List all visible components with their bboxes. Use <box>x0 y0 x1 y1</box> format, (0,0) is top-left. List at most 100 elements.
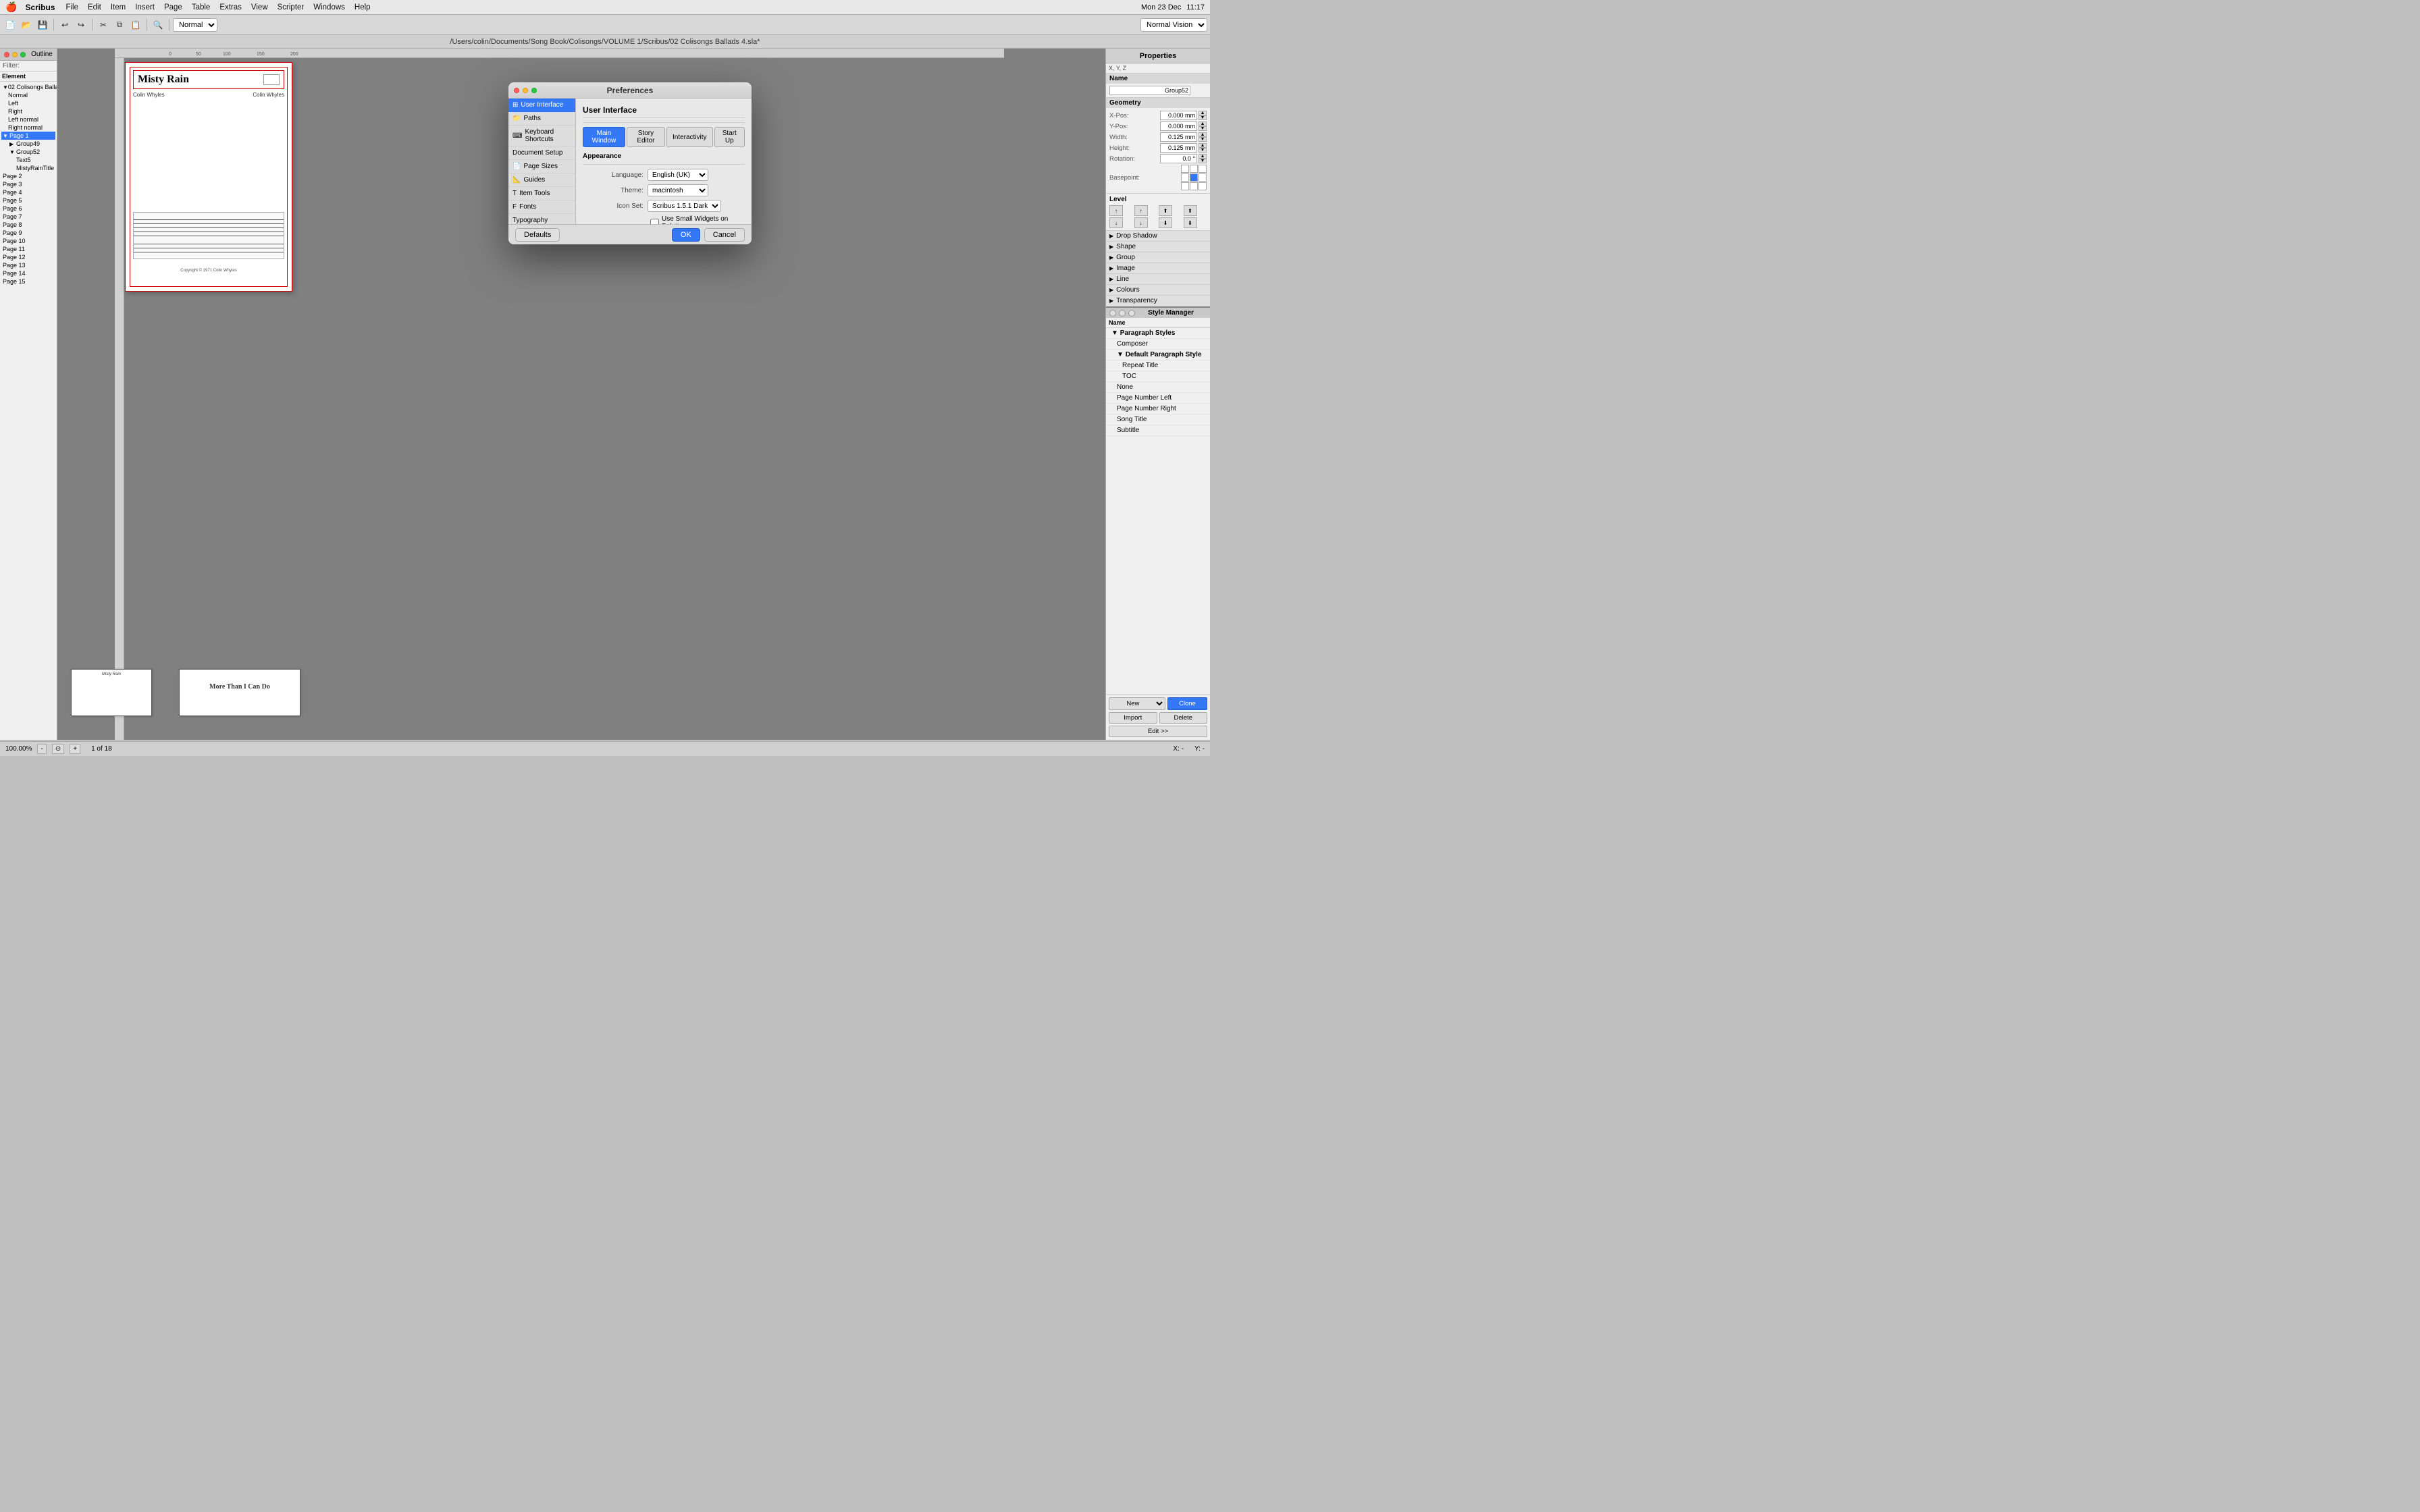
tree-item-text5[interactable]: Text5 <box>1 156 55 164</box>
tree-item-0[interactable]: ▼ 02 Colisongs Ballads 4.sla <box>1 83 55 91</box>
name-input[interactable] <box>1109 86 1190 95</box>
pref-item-item-tools[interactable]: T Item Tools <box>508 187 575 200</box>
pref-item-fonts[interactable]: F Fonts <box>508 200 575 214</box>
tree-item-page11[interactable]: Page 11 <box>1 245 55 253</box>
tree-item-page12[interactable]: Page 12 <box>1 253 55 261</box>
x-pos-down[interactable]: ▼ <box>1199 115 1207 120</box>
tree-item-page9[interactable]: Page 9 <box>1 229 55 237</box>
ok-button[interactable]: OK <box>672 228 700 242</box>
tab-interactivity[interactable]: Interactivity <box>666 127 713 147</box>
basepoint-bl[interactable] <box>1181 182 1189 190</box>
cancel-button[interactable]: Cancel <box>704 228 745 242</box>
basepoint-mc[interactable] <box>1190 173 1198 182</box>
tree-item-normal[interactable]: Normal <box>1 91 55 99</box>
menu-windows[interactable]: Windows <box>313 3 345 11</box>
style-item-none[interactable]: None <box>1106 382 1210 393</box>
small-widgets-checkbox[interactable] <box>650 219 659 225</box>
tree-item-page2[interactable]: Page 2 <box>1 172 55 180</box>
level-top-right[interactable]: ↑ <box>1134 205 1148 216</box>
pref-item-paths[interactable]: 📁 Paths <box>508 112 575 126</box>
colours-row[interactable]: ▶ Colours <box>1106 285 1210 296</box>
menu-scripter[interactable]: Scripter <box>278 3 305 11</box>
page-3-preview[interactable]: More Than I Can Do <box>179 669 300 716</box>
tree-item-page8[interactable]: Page 8 <box>1 221 55 229</box>
apple-icon[interactable]: 🍎 <box>5 1 17 13</box>
mode-dropdown[interactable]: Normal <box>173 18 217 32</box>
menu-help[interactable]: Help <box>354 3 371 11</box>
tab-story-editor[interactable]: Story Editor <box>627 127 665 147</box>
canvas-area[interactable]: 0 50 100 150 200 Misty Rain Colin Whyles… <box>57 49 1105 740</box>
redo-button[interactable]: ↪ <box>74 18 88 32</box>
tree-item-group52[interactable]: ▼ Group52 <box>1 148 55 156</box>
style-mgr-btn3[interactable] <box>1128 310 1135 317</box>
menu-view[interactable]: View <box>251 3 268 11</box>
rotation-down[interactable]: ▼ <box>1199 159 1207 163</box>
theme-select[interactable]: macintosh <box>648 184 708 196</box>
basepoint-tl[interactable] <box>1181 165 1189 173</box>
pref-item-document-setup[interactable]: Document Setup <box>508 146 575 160</box>
copy-button[interactable]: ⧉ <box>112 18 127 32</box>
menu-edit[interactable]: Edit <box>88 3 101 11</box>
x-pos-input[interactable] <box>1160 111 1197 120</box>
basepoint-bc[interactable] <box>1190 182 1198 190</box>
undo-button[interactable]: ↩ <box>57 18 72 32</box>
language-select[interactable]: English (UK) <box>648 169 708 181</box>
zoom-button[interactable]: 🔍 <box>151 18 165 32</box>
tree-item-left[interactable]: Left <box>1 99 55 107</box>
tree-item-left-normal[interactable]: Left normal <box>1 115 55 124</box>
tree-item-page13[interactable]: Page 13 <box>1 261 55 269</box>
pref-item-page-sizes[interactable]: 📄 Page Sizes <box>508 160 575 173</box>
page-1-preview[interactable]: Misty Rain Colin Whyles Colin Whyles <box>125 62 292 292</box>
style-new-dropdown[interactable]: New <box>1109 697 1165 710</box>
basepoint-mr[interactable] <box>1199 173 1207 182</box>
tree-item-page15[interactable]: Page 15 <box>1 277 55 286</box>
style-mgr-btn2[interactable] <box>1119 310 1126 317</box>
menu-extras[interactable]: Extras <box>219 3 242 11</box>
basepoint-br[interactable] <box>1199 182 1207 190</box>
rotation-up[interactable]: ▲ <box>1199 154 1207 159</box>
width-input[interactable] <box>1160 132 1197 142</box>
dialog-minimize-btn[interactable] <box>523 88 528 93</box>
icon-set-select[interactable]: Scribus 1.5.1 Dark <box>648 200 721 212</box>
style-item-page-num-left[interactable]: Page Number Left <box>1106 393 1210 404</box>
tree-item-right-normal[interactable]: Right normal <box>1 124 55 132</box>
pref-item-typography[interactable]: Typography <box>508 214 575 224</box>
menu-table[interactable]: Table <box>192 3 211 11</box>
y-pos-up[interactable]: ▲ <box>1199 122 1207 126</box>
paste-button[interactable]: 📋 <box>128 18 143 32</box>
zoom-in-btn[interactable]: + <box>70 744 80 754</box>
menu-file[interactable]: File <box>65 3 78 11</box>
open-button[interactable]: 📂 <box>19 18 34 32</box>
tree-item-page7[interactable]: Page 7 <box>1 213 55 221</box>
defaults-button[interactable]: Defaults <box>515 228 560 242</box>
basepoint-ml[interactable] <box>1181 173 1189 182</box>
tree-item-page5[interactable]: Page 5 <box>1 196 55 205</box>
level-top-left[interactable]: ↑ <box>1109 205 1123 216</box>
style-item-para-styles[interactable]: ▼ Paragraph Styles <box>1106 328 1210 339</box>
cut-button[interactable]: ✂ <box>96 18 111 32</box>
menu-item[interactable]: Item <box>111 3 126 11</box>
style-item-song-title[interactable]: Song Title <box>1106 414 1210 425</box>
tree-item-page1[interactable]: ▼ Page 1 <box>1 132 55 140</box>
tree-item-page4[interactable]: Page 4 <box>1 188 55 196</box>
zoom-fit-btn[interactable]: ⊙ <box>52 744 64 754</box>
height-up[interactable]: ▲ <box>1199 143 1207 148</box>
line-row[interactable]: ▶ Line <box>1106 274 1210 285</box>
height-down[interactable]: ▼ <box>1199 148 1207 153</box>
image-row[interactable]: ▶ Image <box>1106 263 1210 274</box>
save-button[interactable]: 💾 <box>35 18 50 32</box>
level-bottom-3[interactable]: ⬇ <box>1159 217 1172 228</box>
outline-minimize-btn[interactable] <box>12 52 18 57</box>
group-row[interactable]: ▶ Group <box>1106 252 1210 263</box>
pref-item-guides[interactable]: 📐 Guides <box>508 173 575 187</box>
tree-item-right[interactable]: Right <box>1 107 55 115</box>
drop-shadow-row[interactable]: ▶ Drop Shadow <box>1106 231 1210 242</box>
style-item-subtitle[interactable]: Subtitle <box>1106 425 1210 436</box>
tree-item-page3[interactable]: Page 3 <box>1 180 55 188</box>
tab-main-window[interactable]: Main Window <box>583 127 625 147</box>
y-pos-input[interactable] <box>1160 122 1197 131</box>
basepoint-tc[interactable] <box>1190 165 1198 173</box>
style-item-default-para[interactable]: ▼ Default Paragraph Style <box>1106 350 1210 360</box>
level-bottom-right[interactable]: ↓ <box>1134 217 1148 228</box>
outline-close-btn[interactable] <box>4 52 9 57</box>
